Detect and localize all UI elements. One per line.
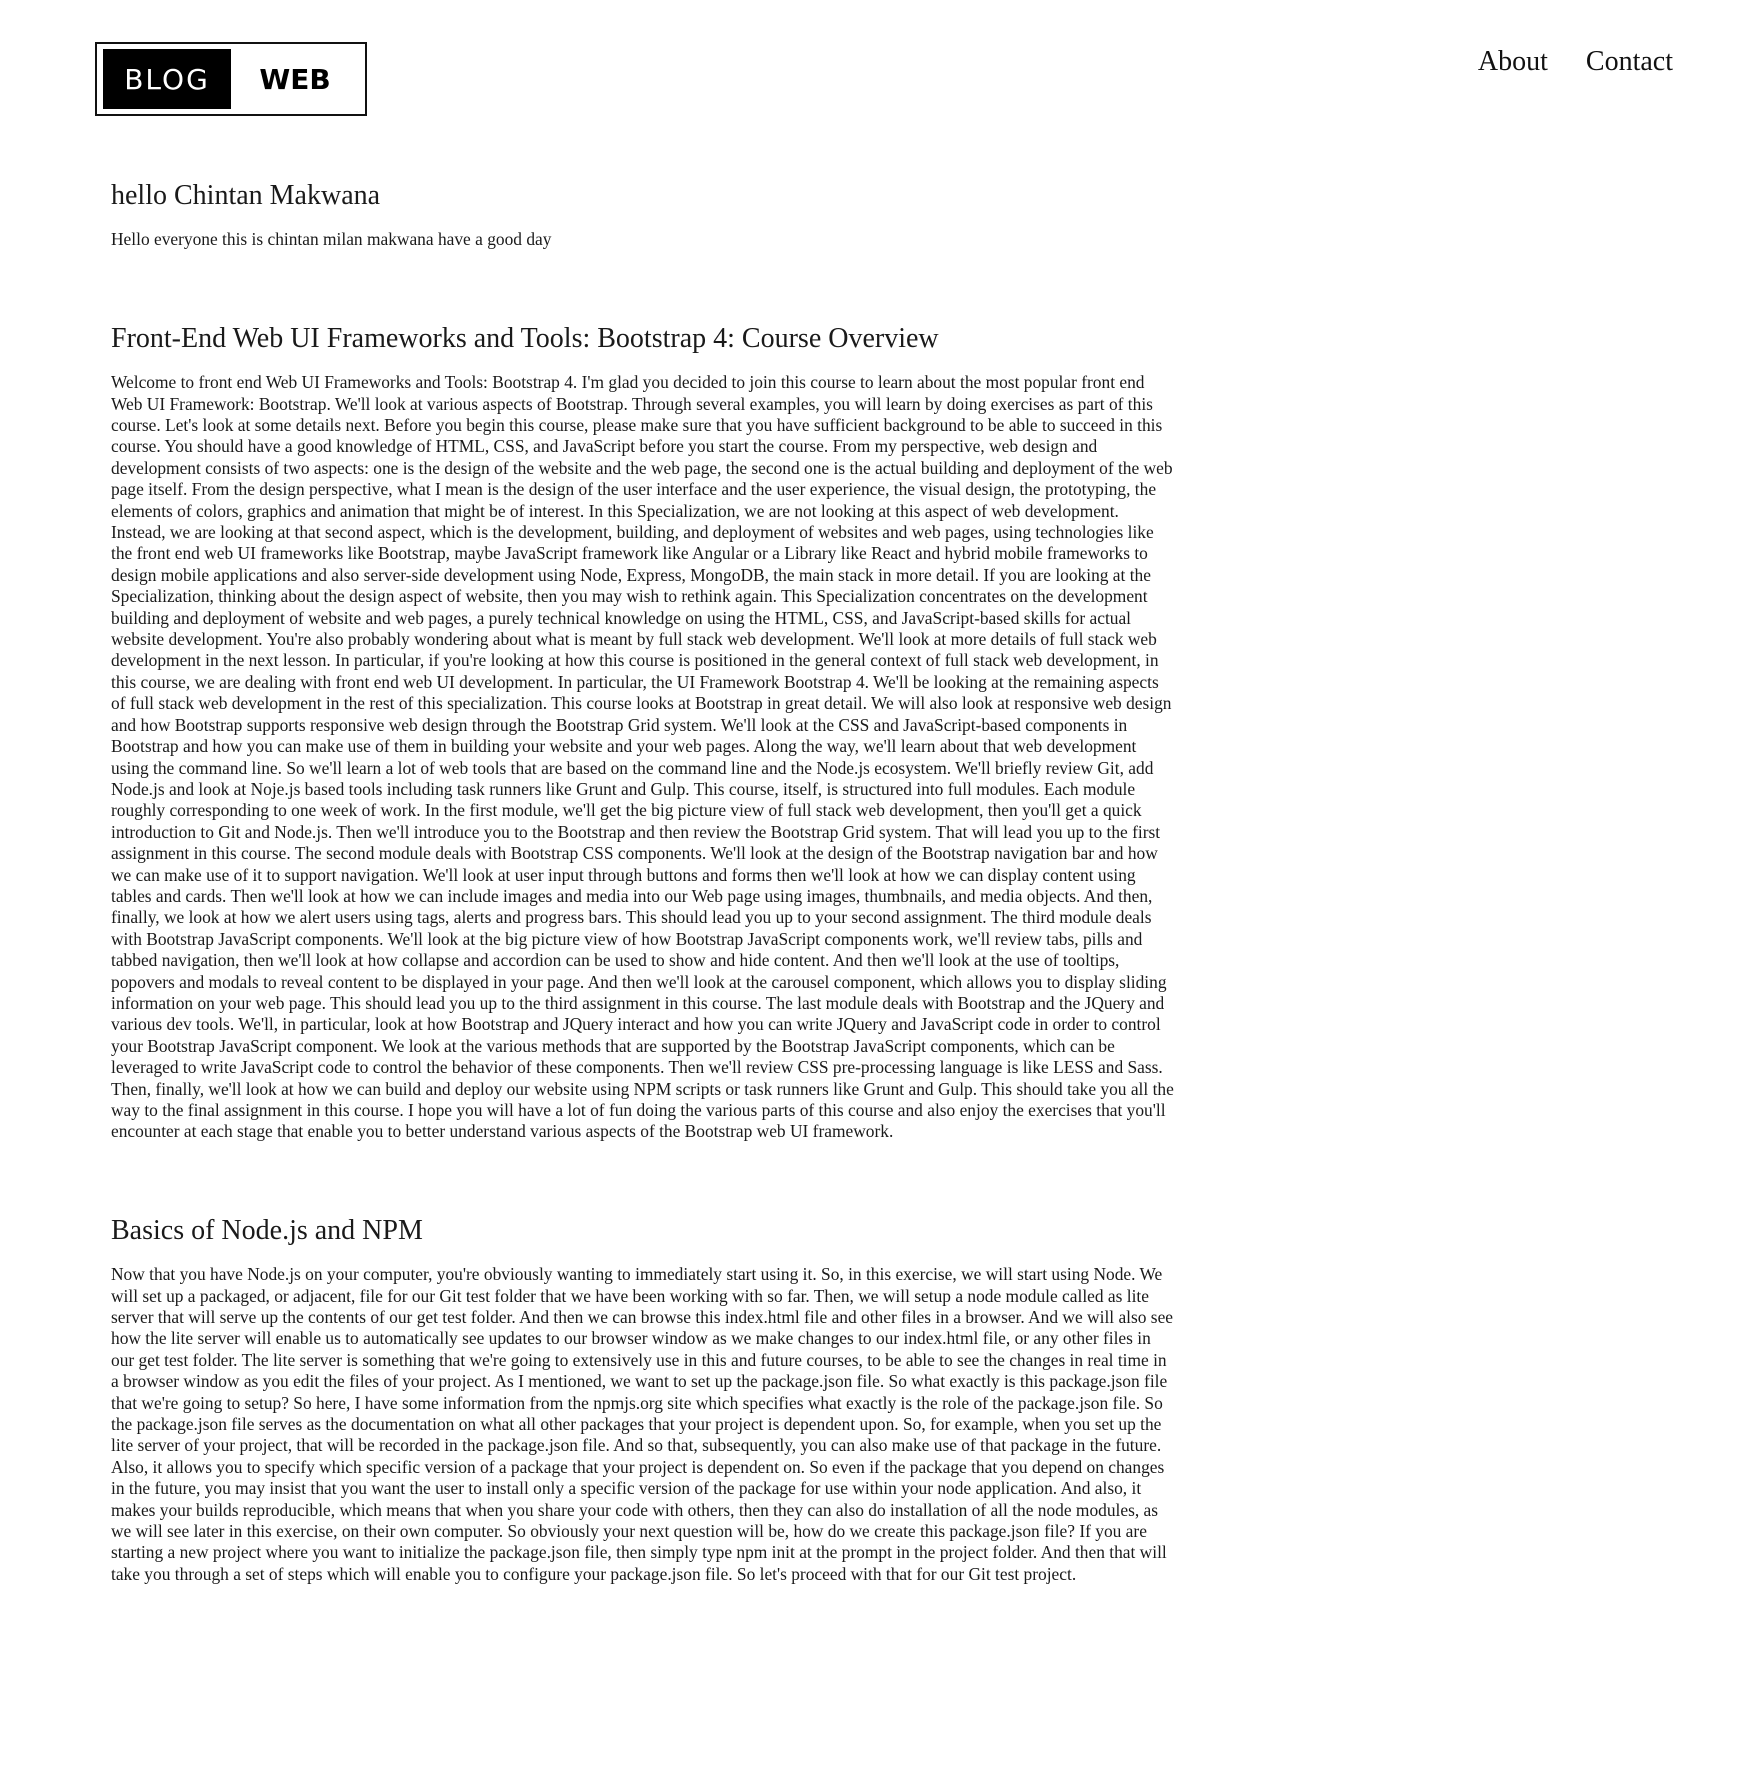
nav-link-about[interactable]: About [1478,46,1548,78]
posts-list: hello Chintan Makwana Hello everyone thi… [111,178,1176,1585]
post-item: hello Chintan Makwana Hello everyone thi… [111,178,1176,251]
logo-blog-text: BLOG [103,49,231,109]
post-body: Now that you have Node.js on your comput… [111,1264,1174,1584]
post-body: Hello everyone this is chintan milan mak… [111,229,552,250]
logo-web-text: WEB [259,62,331,96]
post-title: Basics of Node.js and NPM [111,1214,423,1246]
blog-web-logo[interactable]: BLOG WEB [95,42,367,116]
post-item: Front-End Web UI Frameworks and Tools: B… [111,321,1176,1143]
post-title: Front-End Web UI Frameworks and Tools: B… [111,322,939,354]
top-nav: About Contact [1478,46,1673,78]
site-header: BLOG WEB About Contact [0,0,1755,140]
post-title: hello Chintan Makwana [111,180,381,211]
nav-link-contact[interactable]: Contact [1586,46,1673,78]
post-body: Welcome to front end Web UI Frameworks a… [111,372,1174,1142]
post-item: Basics of Node.js and NPM Now that you h… [111,1213,1176,1585]
